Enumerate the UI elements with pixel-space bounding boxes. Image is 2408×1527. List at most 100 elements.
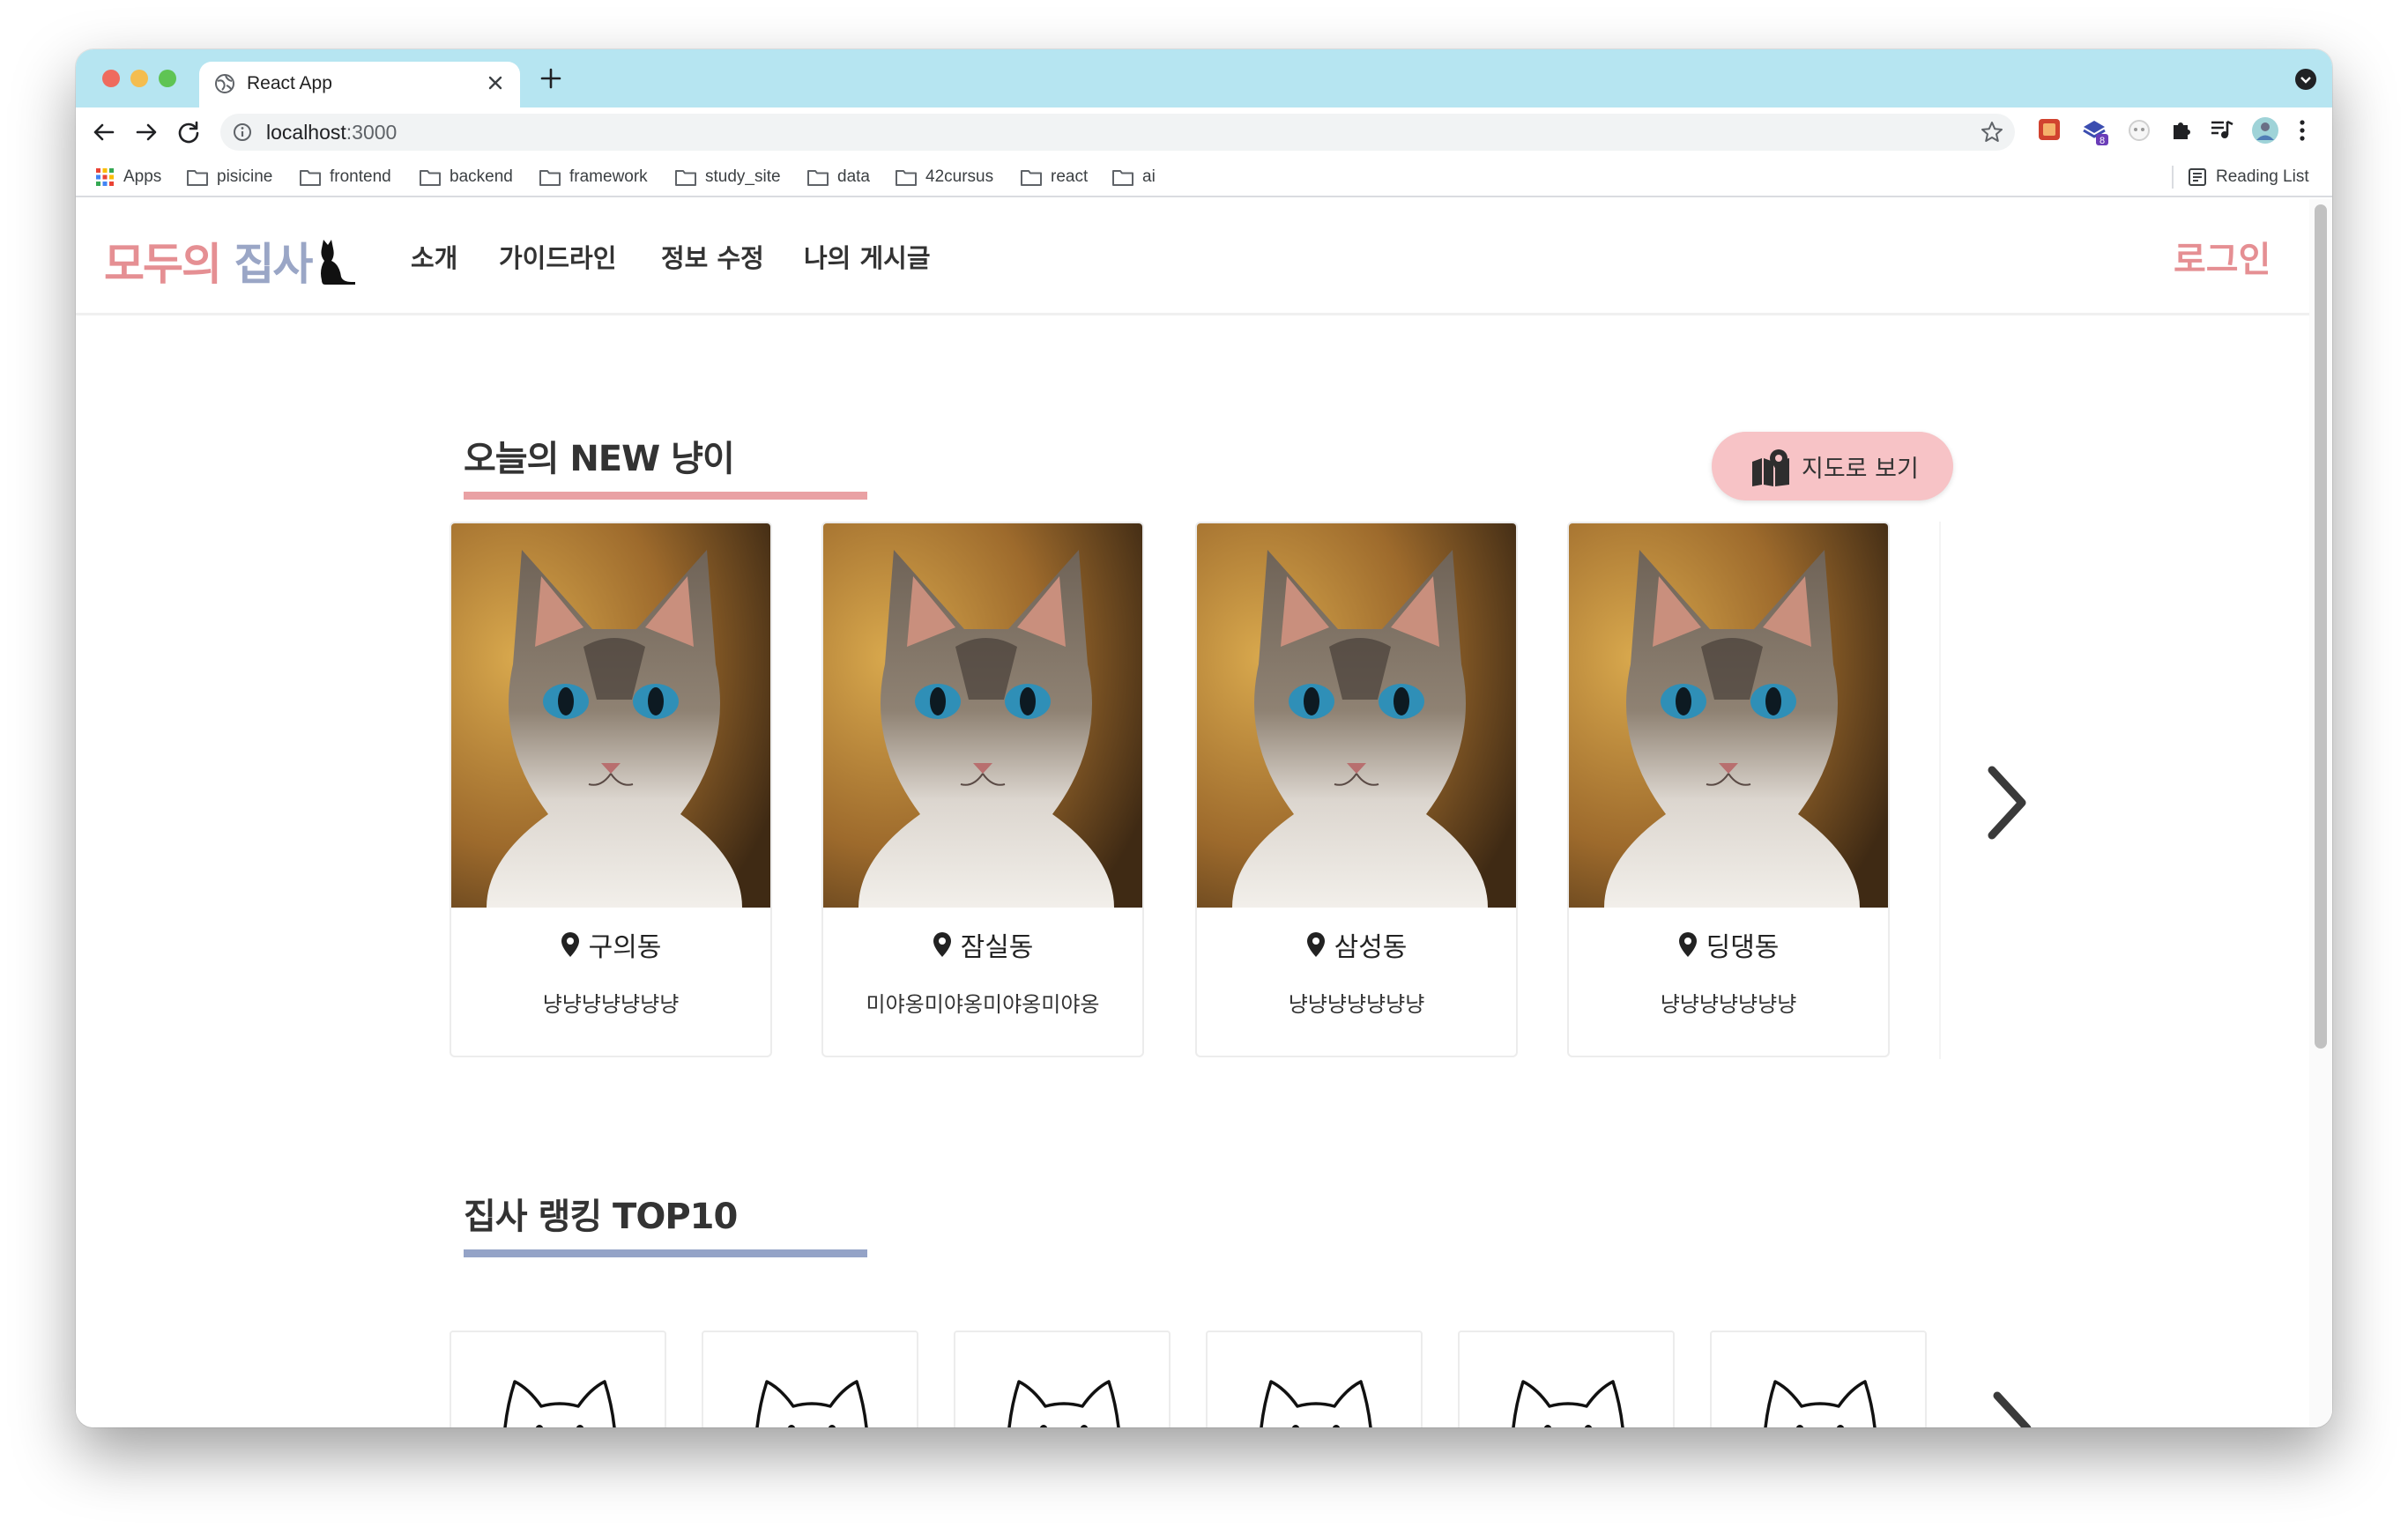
location-pin-icon — [1306, 932, 1325, 957]
bookmark-label: study_site — [705, 167, 781, 186]
cat-photo — [1569, 523, 1888, 908]
map-button-label: 지도로 보기 — [1802, 456, 1919, 483]
close-window-button[interactable] — [102, 70, 120, 87]
new-tab-icon[interactable] — [539, 67, 562, 90]
bookmark-label: react — [1051, 167, 1089, 186]
cat-card[interactable]: 구의동 냥냥냥냥냥냥냥 — [450, 522, 772, 1057]
puzzle-extensions-icon[interactable] — [2168, 116, 2198, 146]
bookmark-label: Apps — [123, 167, 162, 186]
tab-strip: React App — [76, 49, 2332, 107]
login-link[interactable]: 로그인 — [2174, 231, 2271, 282]
ranker-card[interactable] — [1206, 1331, 1423, 1427]
browser-tab[interactable]: React App — [199, 62, 520, 107]
url-port: :3000 — [346, 121, 398, 144]
apps-grid-icon — [96, 168, 114, 186]
cat-face-icon — [503, 1380, 616, 1427]
site-logo[interactable]: 모두의 집사 — [104, 229, 357, 293]
page-scrollbar[interactable] — [2309, 199, 2332, 1427]
bookmark-label: frontend — [330, 167, 391, 186]
chrome-menu-icon[interactable] — [2293, 116, 2323, 146]
map-view-button[interactable]: 지도로 보기 — [1712, 432, 1953, 500]
location-pin-icon — [561, 932, 579, 957]
ranker-card[interactable] — [450, 1331, 666, 1427]
folder-icon — [539, 170, 561, 186]
bookmark-folder-react[interactable]: react — [1021, 164, 1088, 190]
extension-two-icon[interactable]: 8 — [2080, 116, 2110, 146]
browser-toolbar: localhost:3000 8 — [76, 107, 2332, 157]
location-label: 구의동 — [588, 932, 662, 963]
cat-description: 냥냥냥냥냥냥냥 — [542, 992, 680, 1017]
bookmark-folder-framework[interactable]: framework — [539, 164, 648, 190]
chevron-right-icon[interactable] — [1981, 763, 2031, 842]
ranker-card[interactable] — [1710, 1331, 1927, 1427]
bookmark-folder-frontend[interactable]: frontend — [300, 164, 391, 190]
location-pin-icon — [933, 932, 951, 957]
extension-one-icon[interactable] — [2036, 116, 2066, 146]
bookmark-folder-pisicine[interactable]: pisicine — [187, 164, 272, 190]
minimize-window-button[interactable] — [130, 70, 148, 87]
cat-card[interactable]: 삼성동 냥냥냥냥냥냥냥 — [1195, 522, 1518, 1057]
cat-card[interactable]: 잠실동 미야옹미야옹미야옹미야옹 — [821, 522, 1144, 1057]
page-viewport: 모두의 집사 소개 가이드라인 정보 수정 나의 게시글 로그인 오늘의 NEW… — [76, 199, 2332, 1427]
info-icon[interactable] — [233, 122, 252, 142]
carousel-edge — [1939, 522, 1941, 1059]
nav-guideline[interactable]: 가이드라인 — [499, 238, 616, 275]
bookmark-star-icon[interactable] — [1980, 120, 2004, 145]
folder-icon — [1112, 170, 1133, 186]
browser-window: React App localhost:3000 8 Apps pisicine… — [76, 49, 2332, 1427]
maximize-window-button[interactable] — [159, 70, 176, 87]
bookmark-folder-study-site[interactable]: study_site — [675, 164, 781, 190]
reading-list-label: Reading List — [2216, 167, 2309, 186]
bookmark-folder-ai[interactable]: ai — [1112, 164, 1156, 190]
cat-card[interactable]: 딩댕동 냥냥냥냥냥냥냥 — [1567, 522, 1890, 1057]
ranker-card[interactable] — [1458, 1331, 1675, 1427]
bookmark-label: 42cursus — [925, 167, 994, 186]
folder-icon — [300, 170, 321, 186]
map-marker-icon — [1752, 449, 1789, 486]
url-text: localhost:3000 — [266, 121, 397, 145]
tab-search-icon[interactable] — [2295, 69, 2316, 90]
cat-description: 냥냥냥냥냥냥냥 — [1660, 992, 1797, 1017]
media-controls-icon[interactable] — [2209, 116, 2239, 146]
ranker-card[interactable] — [702, 1331, 918, 1427]
reading-list-button[interactable]: Reading List — [2188, 164, 2309, 190]
bookmark-folder-backend[interactable]: backend — [420, 164, 513, 190]
profile-avatar[interactable] — [2251, 116, 2281, 146]
reload-icon[interactable] — [175, 118, 203, 146]
folder-icon — [420, 170, 441, 186]
location-label: 잠실동 — [960, 932, 1034, 963]
globe-icon — [215, 74, 234, 93]
bookmark-label: data — [837, 167, 870, 186]
cat-location: 잠실동 — [823, 925, 1142, 964]
cat-face-icon — [1260, 1380, 1372, 1427]
nav-intro[interactable]: 소개 — [411, 238, 457, 275]
bookmark-label: framework — [569, 167, 648, 186]
nav-my-posts[interactable]: 나의 게시글 — [804, 238, 931, 275]
folder-icon — [1021, 170, 1042, 186]
folder-icon — [675, 170, 696, 186]
address-bar[interactable]: localhost:3000 — [220, 114, 2015, 151]
cat-location: 구의동 — [451, 925, 770, 964]
ranker-card[interactable] — [954, 1331, 1171, 1427]
location-label: 삼성동 — [1334, 932, 1408, 963]
folder-icon — [896, 170, 917, 186]
scrollbar-thumb[interactable] — [2315, 204, 2327, 1049]
cat-description: 미야옹미야옹미야옹미야옹 — [866, 992, 1100, 1017]
bookmark-apps[interactable]: Apps — [95, 164, 161, 190]
close-tab-icon[interactable] — [485, 72, 506, 93]
location-pin-icon — [1678, 932, 1697, 957]
extension-three-icon[interactable] — [2126, 116, 2156, 146]
nav-edit-info[interactable]: 정보 수정 — [661, 238, 764, 275]
bookmark-folder-data[interactable]: data — [807, 164, 870, 190]
reading-list-icon — [2189, 168, 2206, 186]
cat-face-icon — [1764, 1380, 1877, 1427]
cat-photo — [1197, 523, 1516, 908]
forward-arrow-icon[interactable] — [132, 118, 160, 146]
ranking-chevron-right-icon[interactable] — [1987, 1389, 2036, 1427]
cat-face-icon — [755, 1380, 868, 1427]
site-header: 모두의 집사 소개 가이드라인 정보 수정 나의 게시글 로그인 — [76, 199, 2309, 315]
back-arrow-icon[interactable] — [90, 118, 118, 146]
bookmark-folder-42cursus[interactable]: 42cursus — [896, 164, 993, 190]
extension-badge: 8 — [2100, 136, 2105, 146]
cat-face-icon — [1007, 1380, 1120, 1427]
